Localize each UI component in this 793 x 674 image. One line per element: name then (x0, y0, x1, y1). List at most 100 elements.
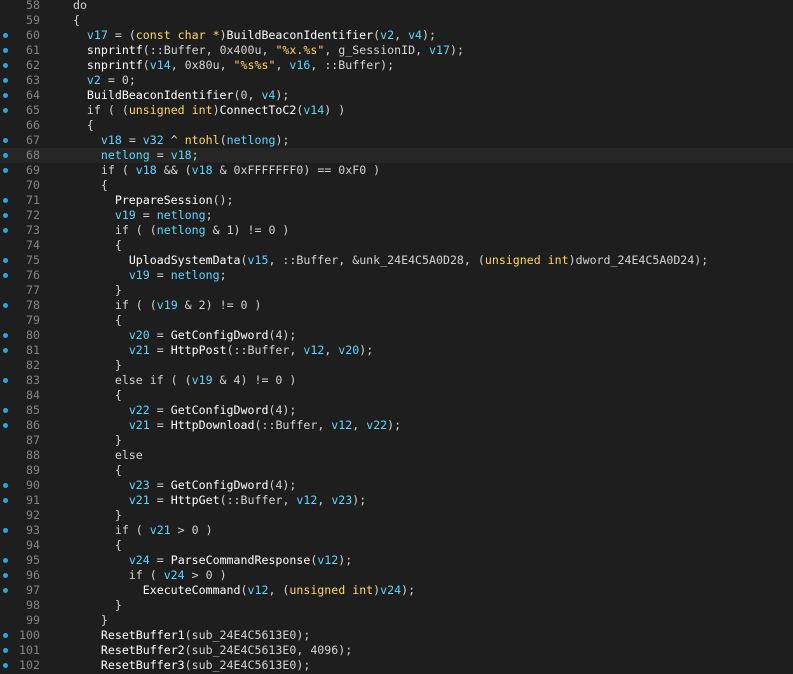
code-text[interactable]: { (59, 313, 122, 328)
code-text[interactable]: snprintf(v14, 0x80u, "%s%s", v16, ::Buff… (59, 58, 394, 73)
code-text[interactable]: } (59, 433, 122, 448)
code-text[interactable]: netlong = v18; (59, 148, 199, 163)
code-text[interactable]: if ( (v19 & 2) != 0 ) (59, 298, 262, 313)
code-text[interactable]: { (59, 463, 122, 478)
code-text[interactable]: if ( v24 > 0 ) (59, 568, 227, 583)
code-line[interactable]: 99 } (0, 613, 793, 628)
code-text[interactable]: v2 = 0; (59, 73, 136, 88)
code-line[interactable]: 91 v21 = HttpGet(::Buffer, v12, v23); (0, 493, 793, 508)
code-line[interactable]: 79 { (0, 313, 793, 328)
code-token: if ( (59, 163, 136, 177)
code-text[interactable]: v22 = GetConfigDword(4); (59, 403, 297, 418)
code-text[interactable]: v17 = (const char *)BuildBeaconIdentifie… (59, 28, 436, 43)
pseudocode-view[interactable]: 58 do 59 {60 v17 = (const char *)BuildBea… (0, 0, 793, 674)
code-line[interactable]: 64 BuildBeaconIdentifier(0, v4); (0, 88, 793, 103)
code-line[interactable]: 68 netlong = v18; (0, 148, 793, 163)
code-line[interactable]: 93 if ( v21 > 0 ) (0, 523, 793, 538)
code-text[interactable]: v21 = HttpDownload(::Buffer, v12, v22); (59, 418, 401, 433)
code-line[interactable]: 59 { (0, 13, 793, 28)
code-text[interactable]: v18 = v32 ^ ntohl(netlong); (59, 133, 290, 148)
code-line[interactable]: 62 snprintf(v14, 0x80u, "%s%s", v16, ::B… (0, 58, 793, 73)
code-line[interactable]: 66 { (0, 118, 793, 133)
code-text[interactable]: else (59, 448, 143, 463)
code-line[interactable]: 76 v19 = netlong; (0, 268, 793, 283)
code-text[interactable]: v23 = GetConfigDword(4); (59, 478, 297, 493)
code-text[interactable]: PrepareSession(); (59, 193, 234, 208)
code-line[interactable]: 80 v20 = GetConfigDword(4); (0, 328, 793, 343)
code-line[interactable]: 95 v24 = ParseCommandResponse(v12); (0, 553, 793, 568)
code-text[interactable]: if ( (unsigned int)ConnectToC2(v14) ) (59, 103, 345, 118)
code-text[interactable]: { (59, 538, 122, 553)
code-text[interactable]: ExecuteCommand(v12, (unsigned int)v24); (59, 583, 415, 598)
code-line[interactable]: 69 if ( v18 && (v18 & 0xFFFFFFF0) == 0xF… (0, 163, 793, 178)
code-line[interactable]: 75 UploadSystemData(v15, ::Buffer, &unk_… (0, 253, 793, 268)
code-text[interactable]: ResetBuffer3(sub_24E4C5613E0); (59, 658, 310, 673)
code-line[interactable]: 83 else if ( (v19 & 4) != 0 ) (0, 373, 793, 388)
code-line[interactable]: 86 v21 = HttpDownload(::Buffer, v12, v22… (0, 418, 793, 433)
code-text[interactable]: v24 = ParseCommandResponse(v12); (59, 553, 352, 568)
code-token: ) (212, 103, 220, 117)
code-text[interactable]: } (59, 508, 122, 523)
code-line[interactable]: 92 } (0, 508, 793, 523)
code-text[interactable]: UploadSystemData(v15, ::Buffer, &unk_24E… (59, 253, 708, 268)
code-token: unsigned int (128, 103, 213, 117)
code-line[interactable]: 61 snprintf(::Buffer, 0x400u, "%x.%s", g… (0, 43, 793, 58)
code-text[interactable]: snprintf(::Buffer, 0x400u, "%x.%s", g_Se… (59, 43, 464, 58)
code-text[interactable]: v19 = netlong; (59, 268, 227, 283)
code-text[interactable]: { (59, 178, 108, 193)
code-line[interactable]: 58 do (0, 0, 793, 13)
code-line[interactable]: 78 if ( (v19 & 2) != 0 ) (0, 298, 793, 313)
code-line[interactable]: 67 v18 = v32 ^ ntohl(netlong); (0, 133, 793, 148)
code-token: ) (247, 298, 262, 312)
code-text[interactable]: v21 = HttpPost(::Buffer, v12, v20); (59, 343, 373, 358)
code-line[interactable]: 82 } (0, 358, 793, 373)
code-text[interactable]: else if ( (v19 & 4) != 0 ) (59, 373, 297, 388)
code-line[interactable]: 85 v22 = GetConfigDword(4); (0, 403, 793, 418)
code-text[interactable]: { (59, 118, 94, 133)
code-text[interactable]: do (59, 0, 87, 13)
code-line[interactable]: 102 ResetBuffer3(sub_24E4C5613E0); (0, 658, 793, 673)
code-text[interactable]: BuildBeaconIdentifier(0, v4); (59, 88, 289, 103)
code-text[interactable]: ResetBuffer2(sub_24E4C5613E0, 4096); (59, 643, 352, 658)
code-line[interactable]: 74 { (0, 238, 793, 253)
code-line[interactable]: 81 v21 = HttpPost(::Buffer, v12, v20); (0, 343, 793, 358)
code-text[interactable]: } (59, 283, 122, 298)
code-line[interactable]: 97 ExecuteCommand(v12, (unsigned int)v24… (0, 583, 793, 598)
code-line[interactable]: 65 if ( (unsigned int)ConnectToC2(v14) ) (0, 103, 793, 118)
code-text[interactable]: v21 = HttpGet(::Buffer, v12, v23); (59, 493, 366, 508)
code-line[interactable]: 77 } (0, 283, 793, 298)
code-line[interactable]: 70 { (0, 178, 793, 193)
code-line[interactable]: 96 if ( v24 > 0 ) (0, 568, 793, 583)
code-token: v23 (128, 478, 150, 492)
code-token: v18 (191, 163, 213, 177)
code-line[interactable]: 90 v23 = GetConfigDword(4); (0, 478, 793, 493)
code-line[interactable]: 60 v17 = (const char *)BuildBeaconIdenti… (0, 28, 793, 43)
code-text[interactable]: { (59, 13, 80, 28)
code-line[interactable]: 94 { (0, 538, 793, 553)
code-line[interactable]: 71 PrepareSession(); (0, 193, 793, 208)
code-line[interactable]: 84 { (0, 388, 793, 403)
code-line[interactable]: 101 ResetBuffer2(sub_24E4C5613E0, 4096); (0, 643, 793, 658)
code-line[interactable]: 73 if ( (netlong & 1) != 0 ) (0, 223, 793, 238)
code-text[interactable]: { (59, 388, 122, 403)
code-line[interactable]: 72 v19 = netlong; (0, 208, 793, 223)
code-line[interactable]: 100 ResetBuffer1(sub_24E4C5613E0); (0, 628, 793, 643)
code-line[interactable]: 98 } (0, 598, 793, 613)
code-line[interactable]: 87 } (0, 433, 793, 448)
code-line[interactable]: 88 else (0, 448, 793, 463)
code-token: = (149, 268, 171, 282)
code-text[interactable]: if ( (netlong & 1) != 0 ) (59, 223, 290, 238)
code-text[interactable]: ResetBuffer1(sub_24E4C5613E0); (59, 628, 310, 643)
code-text[interactable]: { (59, 238, 122, 253)
code-line[interactable]: 63 v2 = 0; (0, 73, 793, 88)
code-text[interactable]: if ( v21 > 0 ) (59, 523, 213, 538)
code-text[interactable]: v20 = GetConfigDword(4); (59, 328, 297, 343)
code-text[interactable]: } (59, 598, 122, 613)
code-text[interactable]: } (59, 613, 108, 628)
code-text[interactable]: } (59, 358, 122, 373)
code-token: HttpPost (170, 343, 227, 357)
code-text[interactable]: v19 = netlong; (59, 208, 213, 223)
code-text[interactable]: if ( v18 && (v18 & 0xFFFFFFF0) == 0xF0 ) (59, 163, 380, 178)
code-line[interactable]: 89 { (0, 463, 793, 478)
